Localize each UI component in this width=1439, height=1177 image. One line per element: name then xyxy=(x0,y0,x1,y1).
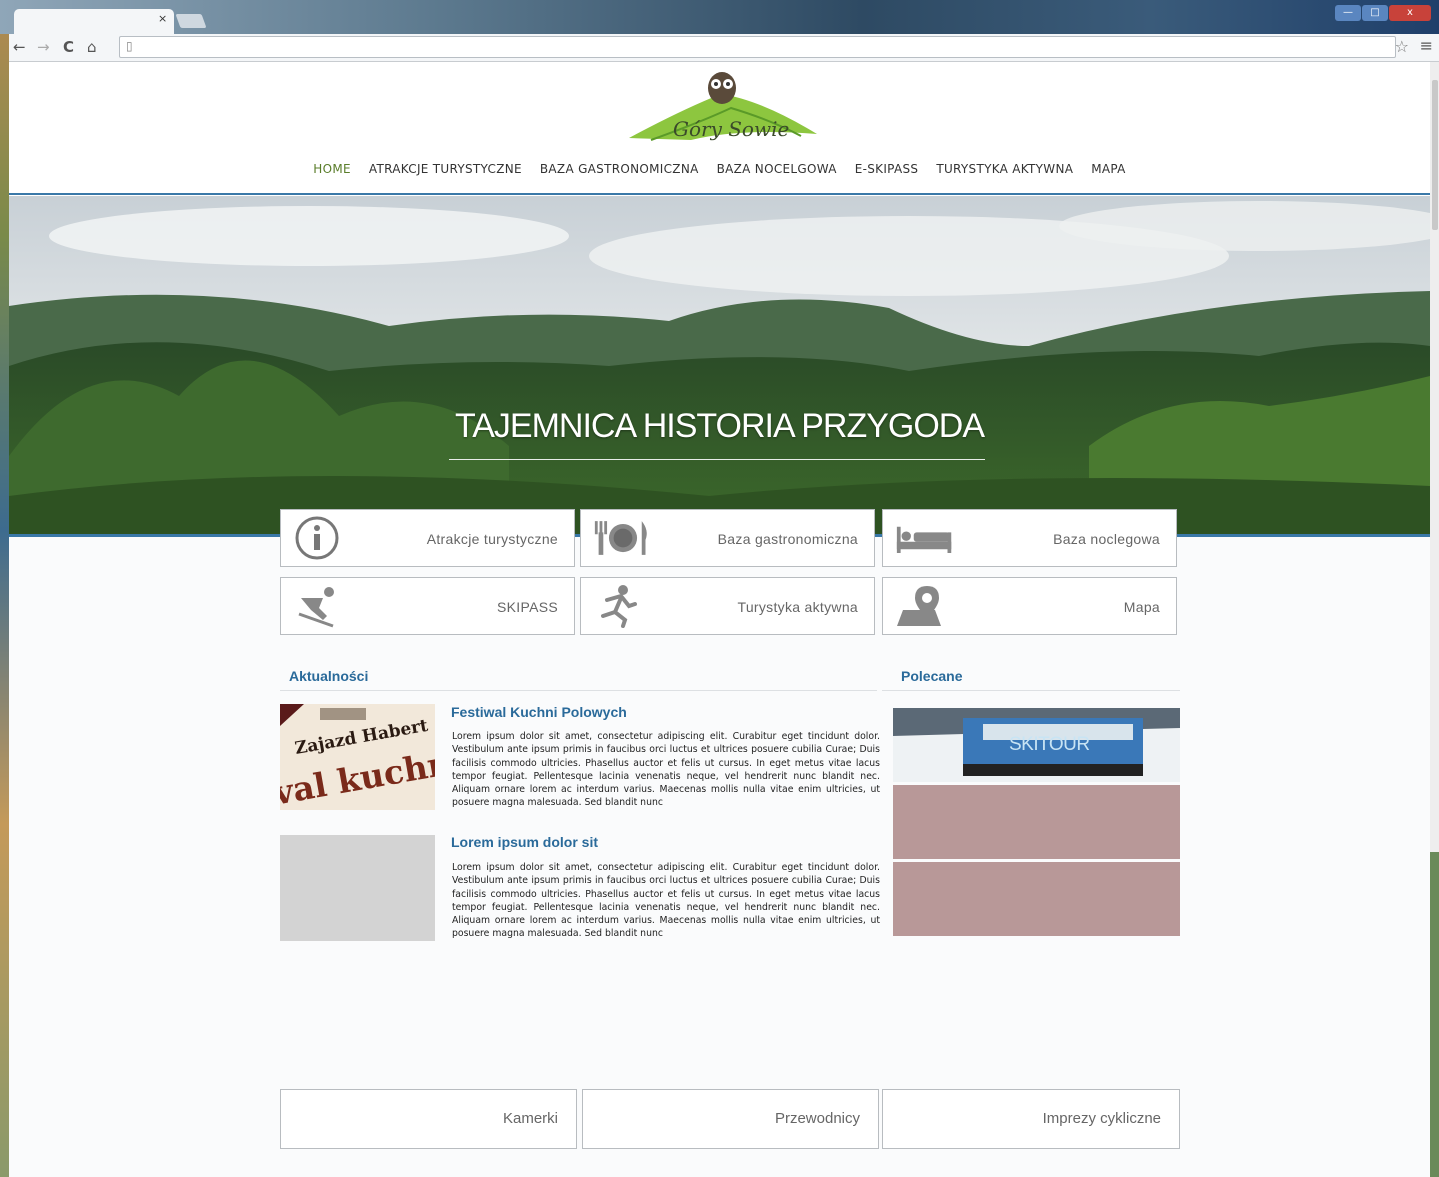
skitour-label: SKITOUR xyxy=(1009,734,1090,755)
tile-gastronomia[interactable]: Baza gastronomiczna xyxy=(580,509,875,567)
tile-kamerki[interactable]: Kamerki xyxy=(280,1089,577,1149)
nav-item-home[interactable]: HOME xyxy=(313,162,351,176)
bookmark-star-icon[interactable]: ☆ xyxy=(1395,37,1409,56)
news-title[interactable]: Festiwal Kuchni Polowych xyxy=(451,704,627,720)
hero-image xyxy=(9,196,1430,534)
hero-title: TAJEMNICA HISTORIA PRZYGODA xyxy=(454,407,985,445)
tile-label: Baza gastronomiczna xyxy=(717,531,858,547)
map-pin-icon xyxy=(897,586,941,626)
reload-icon[interactable]: C xyxy=(63,38,74,56)
nav-item-baza-nocelgowa[interactable]: BAZA NOCELGOWA xyxy=(717,162,837,176)
recommended-heading: Polecane xyxy=(901,668,963,684)
nav-item-e-skipass[interactable]: E-SKIPASS xyxy=(855,162,919,176)
news-image-placeholder[interactable] xyxy=(280,835,435,941)
tile-imprezy[interactable]: Imprezy cykliczne xyxy=(882,1089,1180,1149)
browser-tab[interactable] xyxy=(14,9,174,34)
browser-menu-icon[interactable]: ≡ xyxy=(1420,36,1433,55)
bed-icon xyxy=(896,526,952,553)
tile-mapa[interactable]: Mapa xyxy=(882,577,1177,635)
runner-icon xyxy=(601,585,637,628)
nav-item-mapa[interactable]: MAPA xyxy=(1091,162,1125,176)
news-title[interactable]: Lorem ipsum dolor sit xyxy=(451,834,598,850)
tile-przewodnicy[interactable]: Przewodnicy xyxy=(582,1089,879,1149)
window-controls: — □ x xyxy=(1335,5,1431,21)
news-excerpt: Lorem ipsum dolor sit amet, consectetur … xyxy=(452,862,880,940)
hero-underline xyxy=(449,459,985,460)
forward-icon[interactable]: → xyxy=(37,38,50,56)
tile-label: Przewodnicy xyxy=(774,1110,860,1127)
site-logo[interactable]: Góry Sowie xyxy=(621,70,821,146)
maximize-button[interactable]: □ xyxy=(1362,5,1388,21)
browser-toolbar: ← → C ⌂ ▯ ☆ ≡ xyxy=(9,34,1439,62)
nav-item-atrakcje-turystyczne[interactable]: ATRAKCJE TURYSTYCZNE xyxy=(369,162,522,176)
tile-skipass[interactable]: SKIPASS xyxy=(280,577,575,635)
home-icon[interactable]: ⌂ xyxy=(87,38,97,56)
close-window-button[interactable]: x xyxy=(1389,5,1431,21)
info-icon xyxy=(295,516,339,560)
tab-close-icon[interactable]: × xyxy=(158,12,167,25)
web-page: Góry Sowie HOME ATRAKCJE TURYSTYCZNE BAZA … xyxy=(9,62,1430,1177)
tile-label: Baza noclegowa xyxy=(1053,531,1160,547)
tile-label: SKIPASS xyxy=(497,599,558,615)
nav-divider xyxy=(9,193,1430,195)
recommended-placeholder[interactable] xyxy=(893,862,1180,936)
browser-titlebar: × — □ x xyxy=(0,0,1439,34)
page-icon: ▯ xyxy=(126,39,133,53)
tile-label: Imprezy cykliczne xyxy=(1042,1110,1161,1127)
desktop-wallpaper xyxy=(0,0,9,1177)
news-image-festiwal[interactable]: Zajazd Habert val kuchni po xyxy=(280,704,435,810)
scrollbar-thumb[interactable] xyxy=(1432,80,1438,230)
news-heading: Aktualności xyxy=(289,668,369,684)
news-divider xyxy=(280,690,877,691)
plate-icon xyxy=(594,521,647,555)
news-excerpt: Lorem ipsum dolor sit amet, consectetur … xyxy=(452,731,880,809)
tile-label: Atrakcje turystyczne xyxy=(426,531,558,547)
skier-icon xyxy=(298,587,334,628)
tile-label: Turystyka aktywna xyxy=(737,599,858,615)
nav-item-baza-gastronomiczna[interactable]: BAZA GASTRONOMICZNA xyxy=(540,162,699,176)
address-bar[interactable]: ▯ xyxy=(119,36,1396,58)
nav-item-turystyka-aktywna[interactable]: TURYSTYKA AKTYWNA xyxy=(936,162,1073,176)
main-nav: HOME ATRAKCJE TURYSTYCZNE BAZA GASTRONOMIC… xyxy=(9,162,1430,176)
tile-atrakcje[interactable]: Atrakcje turystyczne xyxy=(280,509,575,567)
new-tab-button[interactable] xyxy=(175,14,207,28)
recommended-placeholder[interactable] xyxy=(893,785,1180,859)
logo-text: Góry Sowie xyxy=(673,117,789,141)
tile-label: Mapa xyxy=(1123,599,1160,615)
minimize-button[interactable]: — xyxy=(1335,5,1361,21)
tile-noclegi[interactable]: Baza noclegowa xyxy=(882,509,1177,567)
back-icon[interactable]: ← xyxy=(13,38,26,56)
tile-turystyka[interactable]: Turystyka aktywna xyxy=(580,577,875,635)
recommended-divider xyxy=(882,690,1180,691)
tile-label: Kamerki xyxy=(502,1110,558,1127)
